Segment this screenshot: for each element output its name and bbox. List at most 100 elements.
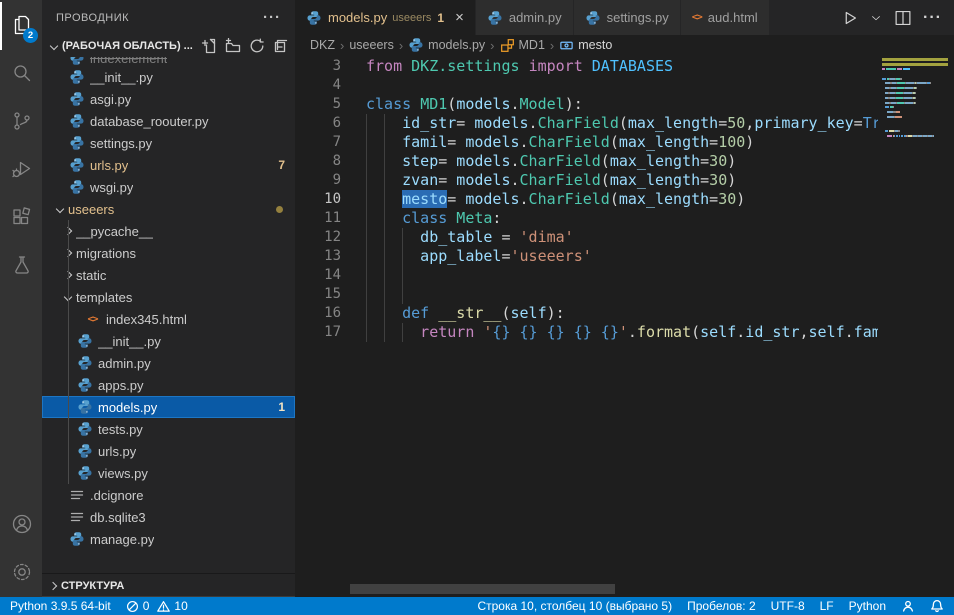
status-feedback[interactable] xyxy=(901,599,915,613)
tree-item-init-py[interactable]: __init__.py xyxy=(42,330,295,352)
breadcrumb-item-mesto[interactable]: mesto xyxy=(559,38,612,53)
tree-item-label: tests.py xyxy=(98,422,143,437)
more-icon[interactable]: ··· xyxy=(923,9,942,27)
token: = xyxy=(438,152,456,170)
breadcrumb-item-models-py[interactable]: models.py xyxy=(408,37,485,53)
activity-accounts[interactable] xyxy=(0,501,42,549)
status-encoding[interactable]: UTF-8 xyxy=(771,599,805,613)
activity-testing[interactable] xyxy=(0,242,42,290)
tree-item-indexelement[interactable]: indexelement xyxy=(42,57,295,66)
python-icon xyxy=(487,10,503,26)
tab-admin-py[interactable]: admin.py xyxy=(476,0,574,35)
token: = xyxy=(718,114,727,132)
code-editor[interactable]: 3from DKZ.settings import DATABASES45cla… xyxy=(295,55,954,597)
tree-item-label: useeers xyxy=(68,202,114,217)
indent-guide xyxy=(384,133,385,152)
tree-item-index345-html[interactable]: <>index345.html xyxy=(42,308,295,330)
tree-item-init-py[interactable]: __init__.py xyxy=(42,66,295,88)
tree-item-admin-py[interactable]: admin.py xyxy=(42,352,295,374)
indent-guide xyxy=(68,220,69,484)
code-line-4: 4 xyxy=(295,76,878,95)
tree-item-templates[interactable]: templates xyxy=(42,286,295,308)
token: . xyxy=(845,323,854,341)
activity-run-debug[interactable] xyxy=(0,146,42,194)
indent-guide xyxy=(366,209,367,228)
indent-guide xyxy=(384,323,385,342)
tab-models-py[interactable]: models.pyuseeers1× xyxy=(295,0,476,35)
tree-item-asgi-py[interactable]: asgi.py xyxy=(42,88,295,110)
minimap[interactable] xyxy=(882,58,948,140)
breadcrumb-item-md1[interactable]: MD1 xyxy=(500,38,545,53)
refresh-icon[interactable] xyxy=(249,38,265,54)
token: ) xyxy=(745,133,754,151)
tree-item-apps-py[interactable]: apps.py xyxy=(42,374,295,396)
status-interpreter[interactable]: Python 3.9.5 64-bit xyxy=(10,599,111,613)
close-icon[interactable]: × xyxy=(455,10,464,25)
tree-item-label: __pycache__ xyxy=(76,224,153,239)
token: format xyxy=(637,323,691,341)
token: max_length xyxy=(610,152,700,170)
token xyxy=(592,323,601,341)
indent-guide xyxy=(402,285,403,304)
collapse-all-icon[interactable] xyxy=(273,38,289,54)
tree-item-dcignore[interactable]: .dcignore xyxy=(42,484,295,506)
outline-section-header[interactable]: СТРУКТУРА xyxy=(42,573,295,597)
token: {} xyxy=(601,323,619,341)
tree-item-database-roouter-py[interactable]: database_roouter.py xyxy=(42,110,295,132)
token: . xyxy=(511,95,520,113)
tree-item-label: models.py xyxy=(98,400,157,415)
activity-source-control[interactable] xyxy=(0,98,42,146)
new-file-icon[interactable] xyxy=(201,38,217,54)
status-indentation[interactable]: Пробелов: 2 xyxy=(687,599,756,613)
workspace-title: (РАБОЧАЯ ОБЛАСТЬ) ... xyxy=(62,40,193,52)
line-text: class MD1(models.Model): xyxy=(366,95,583,114)
tree-item-migrations[interactable]: migrations xyxy=(42,242,295,264)
activity-settings[interactable] xyxy=(0,549,42,597)
tree-item-settings-py[interactable]: settings.py xyxy=(42,132,295,154)
token xyxy=(411,95,420,113)
activity-extensions[interactable] xyxy=(0,194,42,242)
python-icon xyxy=(585,10,601,26)
activity-search[interactable] xyxy=(0,50,42,98)
tree-item-tests-py[interactable]: tests.py xyxy=(42,418,295,440)
status-language-mode[interactable]: Python xyxy=(849,599,886,613)
workbench: 2 ПРОВОДНИК ··· (РАБОЧАЯ ОБЛАСТЬ) ... in… xyxy=(0,0,954,597)
status-notifications[interactable] xyxy=(930,599,944,613)
tree-item-urls-py[interactable]: urls.py7 xyxy=(42,154,295,176)
problems-badge: 1 xyxy=(278,400,285,414)
tree-item-manage-py[interactable]: manage.py xyxy=(42,528,295,550)
tree-item-models-py[interactable]: models.py 1 xyxy=(42,396,295,418)
tree-item-static[interactable]: static xyxy=(42,264,295,286)
tree-item-useeers[interactable]: useeers xyxy=(42,198,295,220)
tab-aud-html[interactable]: <>aud.html xyxy=(681,0,770,35)
tree-item-pycache[interactable]: __pycache__ xyxy=(42,220,295,242)
breadcrumb-item-useeers[interactable]: useeers xyxy=(349,38,393,52)
token: app_label xyxy=(420,247,501,265)
status-problems[interactable]: 010 xyxy=(126,599,188,613)
tree-item-db-sqlite3[interactable]: db.sqlite3 xyxy=(42,506,295,528)
activity-explorer[interactable]: 2 xyxy=(0,2,42,50)
chevron-down-icon[interactable] xyxy=(869,11,883,25)
new-folder-icon[interactable] xyxy=(225,38,241,54)
workspace-section-header[interactable]: (РАБОЧАЯ ОБЛАСТЬ) ... xyxy=(42,35,295,57)
token: models xyxy=(465,133,519,151)
horizontal-scrollbar[interactable] xyxy=(350,584,615,594)
token: DKZ.settings xyxy=(411,57,519,75)
run-icon[interactable] xyxy=(838,7,860,29)
breadcrumb-item-dkz[interactable]: DKZ xyxy=(310,38,335,52)
line-number: 13 xyxy=(295,247,341,266)
token: ( xyxy=(619,114,628,132)
line-number: 12 xyxy=(295,228,341,247)
more-actions-icon[interactable]: ··· xyxy=(263,9,281,26)
status-eol[interactable]: LF xyxy=(820,599,834,613)
status-label: Python 3.9.5 64-bit xyxy=(10,599,111,613)
token: = xyxy=(447,190,465,208)
split-editor-icon[interactable] xyxy=(892,7,914,29)
tree-item-urls-py[interactable]: urls.py xyxy=(42,440,295,462)
status-cursor-position[interactable]: Строка 10, столбец 10 (выбрано 5) xyxy=(477,599,672,613)
tree-item-views-py[interactable]: views.py xyxy=(42,462,295,484)
error-icon xyxy=(126,600,139,613)
tree-item-wsgi-py[interactable]: wsgi.py xyxy=(42,176,295,198)
tab-settings-py[interactable]: settings.py xyxy=(574,0,681,35)
line-number: 6 xyxy=(295,114,341,133)
